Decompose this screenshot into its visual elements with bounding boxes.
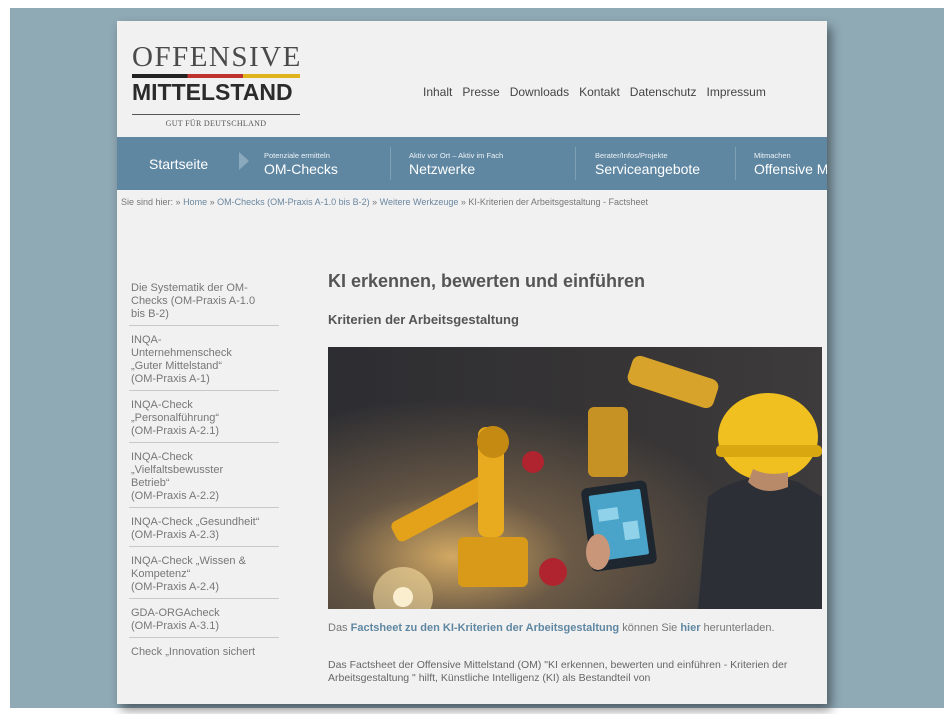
topnav-datenschutz[interactable]: Datenschutz (630, 85, 697, 99)
main-content: KI erkennen, bewerten und einführen Krit… (328, 271, 822, 684)
logo-top-text: OFFENSIVE (132, 41, 302, 73)
hero-image (328, 347, 822, 609)
sidebar-item-systematik[interactable]: Die Systematik der OM- Checks (OM-Praxis… (129, 278, 279, 326)
webpage: OFFENSIVE MITTELSTAND GUT FÜR DEUTSCHLAN… (117, 21, 827, 704)
screenshot-frame: OFFENSIVE MITTELSTAND GUT FÜR DEUTSCHLAN… (0, 0, 952, 714)
p1-mid: können Sie (619, 622, 681, 634)
nav-mitmachen[interactable]: Mitmachen Offensive M (754, 151, 827, 204)
breadcrumb-current: KI-Kriterien der Arbeitsgestaltung - Fac… (468, 197, 648, 207)
logo-tagline: GUT FÜR DEUTSCHLAND (165, 119, 267, 128)
sidebar-item-orgacheck[interactable]: GDA-ORGAcheck (OM-Praxis A-3.1) (129, 603, 279, 638)
sidebar-item-personalfuehrung[interactable]: INQA-Check „Personalführung“ (OM-Praxis … (129, 395, 279, 443)
nav-separator (735, 147, 736, 180)
p1-pre: Das (328, 622, 351, 634)
nav-arrow-icon (239, 152, 249, 170)
factsheet-paragraph: Das Factsheet zu den KI-Kriterien der Ar… (328, 621, 822, 635)
page-subtitle: Kriterien der Arbeitsgestaltung (328, 312, 519, 327)
sidebar-item-wissen[interactable]: INQA-Check „Wissen & Kompetenz“ (OM-Prax… (129, 551, 279, 599)
download-here-link[interactable]: hier (680, 622, 700, 634)
description-paragraph: Das Factsheet der Offensive Mittelstand … (328, 659, 788, 684)
breadcrumb-prefix: Sie sind hier: (121, 197, 174, 207)
nav-mitmachen-label: Offensive M (754, 161, 827, 177)
topnav-presse[interactable]: Presse (462, 85, 499, 99)
sidebar-item-gesundheit[interactable]: INQA-Check „Gesundheit“ (OM-Praxis A-2.3… (129, 512, 279, 547)
top-navigation: Inhalt Presse Downloads Kontakt Datensch… (423, 85, 766, 99)
page-title: KI erkennen, bewerten und einführen (328, 271, 646, 291)
main-navigation: Startseite Potenziale ermitteln OM-Check… (117, 137, 827, 190)
breadcrumb-werkzeuge[interactable]: Weitere Werkzeuge (380, 197, 459, 207)
hero-illustration (328, 347, 822, 609)
sidebar-item-unternehmenscheck[interactable]: INQA- Unternehmenscheck „Guter Mittelsta… (129, 330, 279, 391)
breadcrumb-home[interactable]: Home (183, 197, 207, 207)
nav-netzwerke-label: Netzwerke (409, 161, 476, 177)
topnav-downloads[interactable]: Downloads (510, 85, 569, 99)
factsheet-link[interactable]: Factsheet zu den KI-Kriterien der Arbeit… (351, 622, 620, 634)
nav-separator (390, 147, 391, 180)
nav-separator (575, 147, 576, 180)
site-logo[interactable]: OFFENSIVE MITTELSTAND GUT FÜR DEUTSCHLAN… (132, 43, 302, 128)
topnav-kontakt[interactable]: Kontakt (579, 85, 620, 99)
breadcrumb-om-checks[interactable]: OM-Checks (OM-Praxis A-1.0 bis B-2) (217, 197, 370, 207)
nav-om-checks-sub: Potenziale ermitteln (264, 151, 330, 160)
nav-om-checks-label: OM-Checks (264, 161, 338, 177)
logo-bottom-text: MITTELSTAND (132, 79, 293, 105)
sidebar: Die Systematik der OM- Checks (OM-Praxis… (129, 278, 279, 667)
topnav-inhalt[interactable]: Inhalt (423, 85, 452, 99)
nav-service-sub: Berater/Infos/Projekte (595, 151, 668, 160)
nav-netzwerke-sub: Aktiv vor Ort – Aktiv im Fach (409, 151, 504, 160)
topnav-impressum[interactable]: Impressum (707, 85, 766, 99)
nav-mitmachen-sub: Mitmachen (754, 151, 791, 160)
sidebar-item-vielfalt[interactable]: INQA-Check „Vielfaltsbewusster Betrieb“ … (129, 447, 279, 508)
nav-service-label: Serviceangebote (595, 161, 701, 177)
logo-divider (132, 114, 300, 115)
breadcrumb: Sie sind hier: » Home » OM-Checks (OM-Pr… (121, 197, 648, 207)
logo-color-bar (132, 74, 300, 78)
sidebar-item-innovation[interactable]: Check „Innovation sichert (129, 642, 279, 663)
p1-post: herunterladen. (700, 622, 775, 634)
